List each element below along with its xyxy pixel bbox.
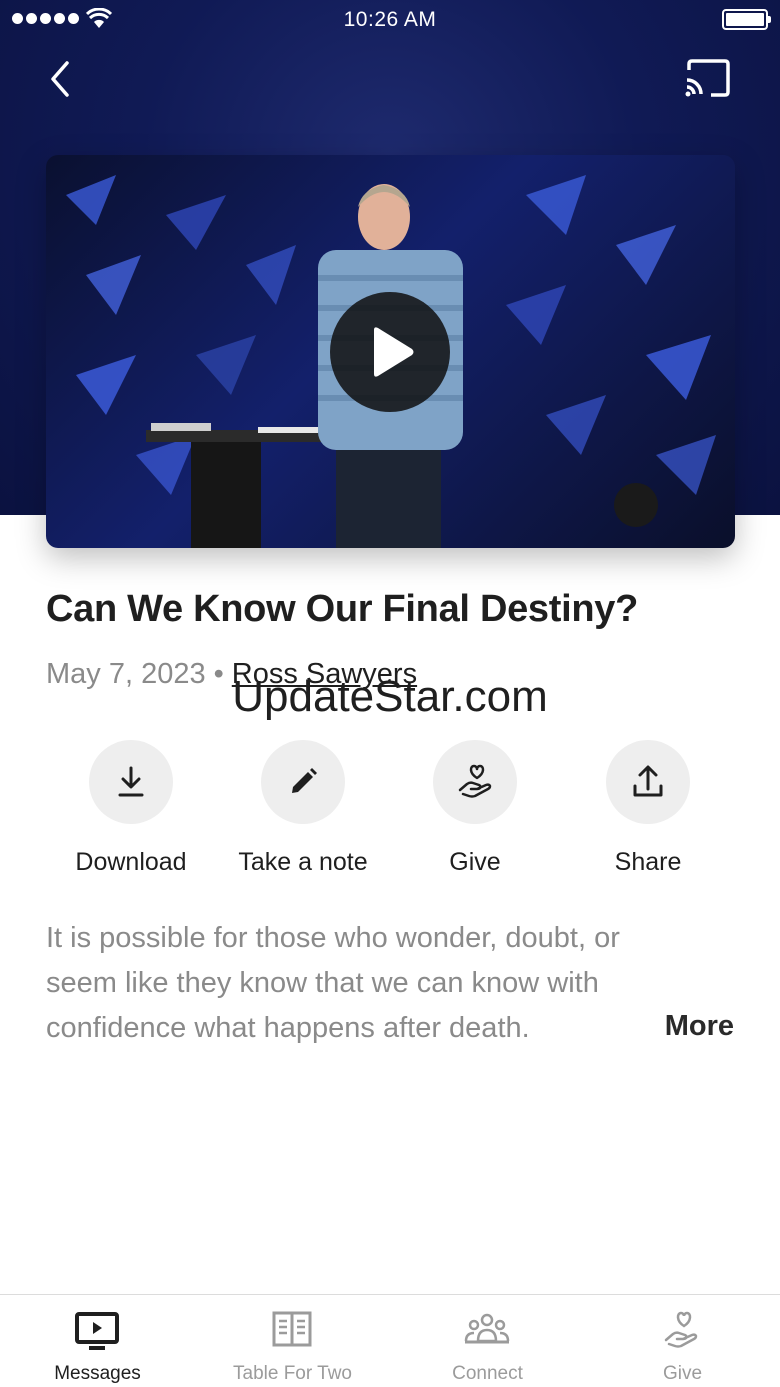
tv-play-icon: [75, 1312, 119, 1350]
tab-give[interactable]: Give: [585, 1295, 780, 1387]
chevron-left-icon: [51, 61, 69, 97]
download-button[interactable]: Download: [46, 740, 216, 877]
battery-icon: [722, 9, 771, 30]
share-label: Share: [614, 848, 682, 876]
sermon-date: May 7, 2023: [46, 658, 206, 690]
sermon-title: Can We Know Our Final Destiny?: [46, 588, 639, 630]
people-group-icon: [464, 1313, 510, 1344]
download-circle: [89, 740, 173, 824]
download-icon: [118, 766, 144, 797]
tab-give-label: Give: [662, 1363, 703, 1384]
status-time: 10:26 AM: [343, 8, 437, 31]
cast-icon: [685, 59, 730, 97]
give-label: Give: [449, 848, 501, 876]
tab-messages[interactable]: Messages: [0, 1295, 195, 1387]
video-player[interactable]: [46, 155, 735, 548]
tab-table-for-two-label: Table For Two: [233, 1363, 352, 1384]
take-note-label: Take a note: [238, 848, 368, 876]
tab-bar: Messages Table For Two Connect Give: [0, 1294, 780, 1387]
share-circle: [606, 740, 690, 824]
share-icon: [633, 765, 663, 797]
speaker-link[interactable]: Ross Sawyers: [232, 658, 417, 690]
take-note-circle: [261, 740, 345, 824]
status-bar: 10:26 AM: [0, 0, 780, 40]
sermon-meta: May 7, 2023 • Ross Sawyers: [46, 658, 417, 691]
give-circle: [433, 740, 517, 824]
play-icon: [374, 327, 414, 377]
give-heart-hand-icon: [458, 764, 492, 798]
download-label: Download: [75, 848, 187, 876]
meta-separator: •: [213, 658, 224, 690]
tab-messages-label: Messages: [54, 1363, 141, 1384]
tab-connect[interactable]: Connect: [390, 1295, 585, 1387]
sermon-description: It is possible for those who wonder, dou…: [46, 922, 620, 1044]
play-button[interactable]: [330, 292, 450, 412]
open-book-icon: [272, 1311, 312, 1347]
more-button[interactable]: More: [665, 1010, 734, 1043]
tab-connect-label: Connect: [452, 1363, 523, 1384]
give-button[interactable]: Give: [390, 740, 560, 877]
take-note-button[interactable]: Take a note: [218, 740, 388, 877]
cast-button[interactable]: [683, 58, 733, 100]
tab-table-for-two[interactable]: Table For Two: [195, 1295, 390, 1387]
back-button[interactable]: [40, 55, 84, 103]
give-heart-hand-icon: [664, 1311, 698, 1348]
pencil-icon: [292, 768, 317, 793]
share-button[interactable]: Share: [563, 740, 733, 877]
